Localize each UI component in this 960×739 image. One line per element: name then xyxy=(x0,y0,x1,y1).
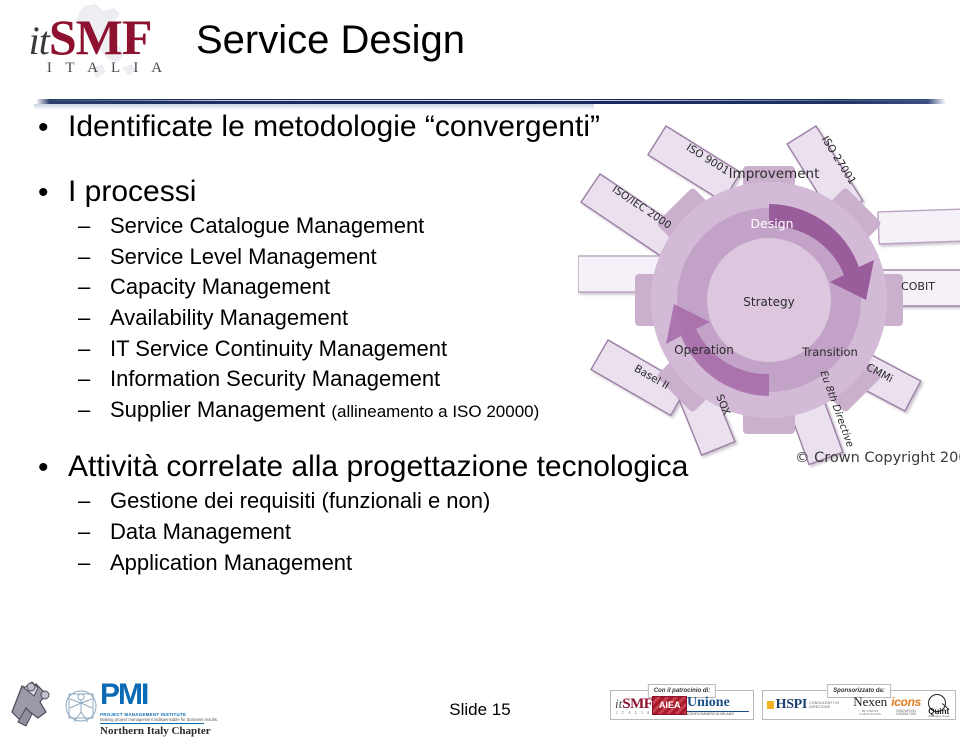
bullet-text: Availability Management xyxy=(110,304,349,330)
divider-gloss xyxy=(40,99,940,102)
dash-marker: – xyxy=(78,304,91,330)
nexen-wordmark: Nexen xyxy=(853,693,888,709)
bullet-note: (allineamento a ISO 20000) xyxy=(331,401,540,421)
dash-marker: – xyxy=(78,213,91,238)
icons-logo: icons INNOVATION CONSULTING xyxy=(888,694,924,716)
dash-marker: – xyxy=(78,335,91,361)
dash-marker: – xyxy=(78,396,91,422)
bullet-level2: – Supplier Management (allineamento a IS… xyxy=(0,396,660,423)
page-title: Service Design xyxy=(196,18,466,62)
bullet-level2: – Availability Management xyxy=(0,304,660,331)
itsmf-sub: I T A L I A xyxy=(616,709,652,715)
nexen-sub: BUSINESS CONSULTING xyxy=(859,708,882,716)
logo-country-text: I T A L I A xyxy=(46,60,168,76)
quint-sub: Wellington Group xyxy=(928,714,950,718)
logo-wordmark: itSMF xyxy=(4,12,176,62)
svg-text:Operation: Operation xyxy=(674,343,734,357)
pmi-rule xyxy=(100,723,204,724)
quint-logo: Quint Wellington Group xyxy=(924,694,951,718)
nexen-logo: Nexen BUSINESS CONSULTING xyxy=(852,694,887,716)
bullet-level2: – Service Level Management xyxy=(0,243,660,270)
bullet-text: I processi xyxy=(68,175,197,208)
slide-body: • Identificate le metodologie “convergen… xyxy=(0,110,688,581)
bullet-text: Identificate le metodologie “convergenti… xyxy=(68,110,600,143)
bullet-text: Supplier Management xyxy=(110,396,332,422)
unione-wordmark: Unione xyxy=(687,694,730,710)
bullet-level2: – Application Management xyxy=(0,549,660,576)
presentation-slide: itSMF I T A L I A Service Design • Ident… xyxy=(0,0,960,739)
itsmf-italia-logo: itSMF I T A L I A xyxy=(4,2,176,88)
bullet-level2: – Data Management xyxy=(0,519,660,545)
bullet-level2: – Capacity Management xyxy=(0,274,660,300)
hspi-square-icon xyxy=(767,701,774,709)
bullet-level1: • Attività correlate alla progettazione … xyxy=(0,450,688,484)
logo-it-text: it xyxy=(28,18,50,63)
icons-wordmark: icons xyxy=(891,694,921,709)
patronage-logo-box: Con il patrocinio di: itSMF I T A L I A … xyxy=(610,684,754,720)
bullet-text: Gestione dei requisiti (funzionali e non… xyxy=(110,488,491,514)
bullet-level1: • I processi xyxy=(0,175,660,209)
dash-marker: – xyxy=(78,243,91,269)
svg-text:COBIT: COBIT xyxy=(901,280,935,293)
crown-copyright-notice: © Crown Copyright 2007 xyxy=(795,450,960,466)
bullet-text: Service Level Management xyxy=(110,243,377,269)
svg-text:Improvement: Improvement xyxy=(729,166,820,182)
bullet-text: Service Catalogue Management xyxy=(110,213,425,238)
bullet-text: Capacity Management xyxy=(110,274,331,300)
dash-marker: – xyxy=(78,488,91,514)
bullet-marker: • xyxy=(38,175,49,209)
hspi-wordmark: HSPI xyxy=(775,697,808,712)
bullet-marker: • xyxy=(38,110,49,144)
hspi-logo: HSPI CONSULENTI DI DIREZIONE xyxy=(767,697,852,713)
pmi-chapter-name: Northern Italy Chapter xyxy=(100,725,211,737)
sponsors-logo-box: Sponsorizzato da: HSPI CONSULENTI DI DIR… xyxy=(762,684,956,720)
bullet-level2: – Information Security Management xyxy=(0,366,660,392)
bullet-text: IT Service Continuity Management xyxy=(110,335,448,361)
bullet-level2: – IT Service Continuity Management xyxy=(0,335,660,362)
hspi-sub: CONSULENTI DI DIREZIONE xyxy=(809,701,840,709)
dash-marker: – xyxy=(78,549,91,575)
icons-sub: INNOVATION CONSULTING xyxy=(895,708,917,716)
bullet-level2: – Gestione dei requisiti (funzionali e n… xyxy=(0,489,660,514)
itsmf-italia-logo: itSMF I T A L I A xyxy=(615,695,653,715)
dash-marker: – xyxy=(78,519,91,544)
aiea-logo: AIEA xyxy=(652,695,687,715)
slide-header: itSMF I T A L I A Service Design xyxy=(0,0,960,92)
logo-smf-text: SMF xyxy=(48,9,153,65)
svg-text:Design: Design xyxy=(750,216,793,231)
bullet-text: Application Management xyxy=(110,549,353,575)
unione-sub: CONFCOMMERCIO MILANO xyxy=(687,711,735,716)
dash-marker: – xyxy=(78,366,91,392)
bullet-level2: – Service Catalogue Management xyxy=(0,213,660,239)
itil-service-lifecycle-wheel: Improvement Design Strategy Operation Tr… xyxy=(578,104,960,484)
bullet-text: Information Security Management xyxy=(110,366,441,392)
svg-text:Transition: Transition xyxy=(801,345,858,359)
dash-marker: – xyxy=(78,274,91,300)
bullet-level1: • Identificate le metodologie “convergen… xyxy=(0,110,660,144)
bullet-text: Data Management xyxy=(110,519,291,544)
svg-text:Strategy: Strategy xyxy=(743,295,794,309)
unione-logo: Unione CONFCOMMERCIO MILANO xyxy=(687,694,749,716)
bullet-marker: • xyxy=(38,450,49,484)
